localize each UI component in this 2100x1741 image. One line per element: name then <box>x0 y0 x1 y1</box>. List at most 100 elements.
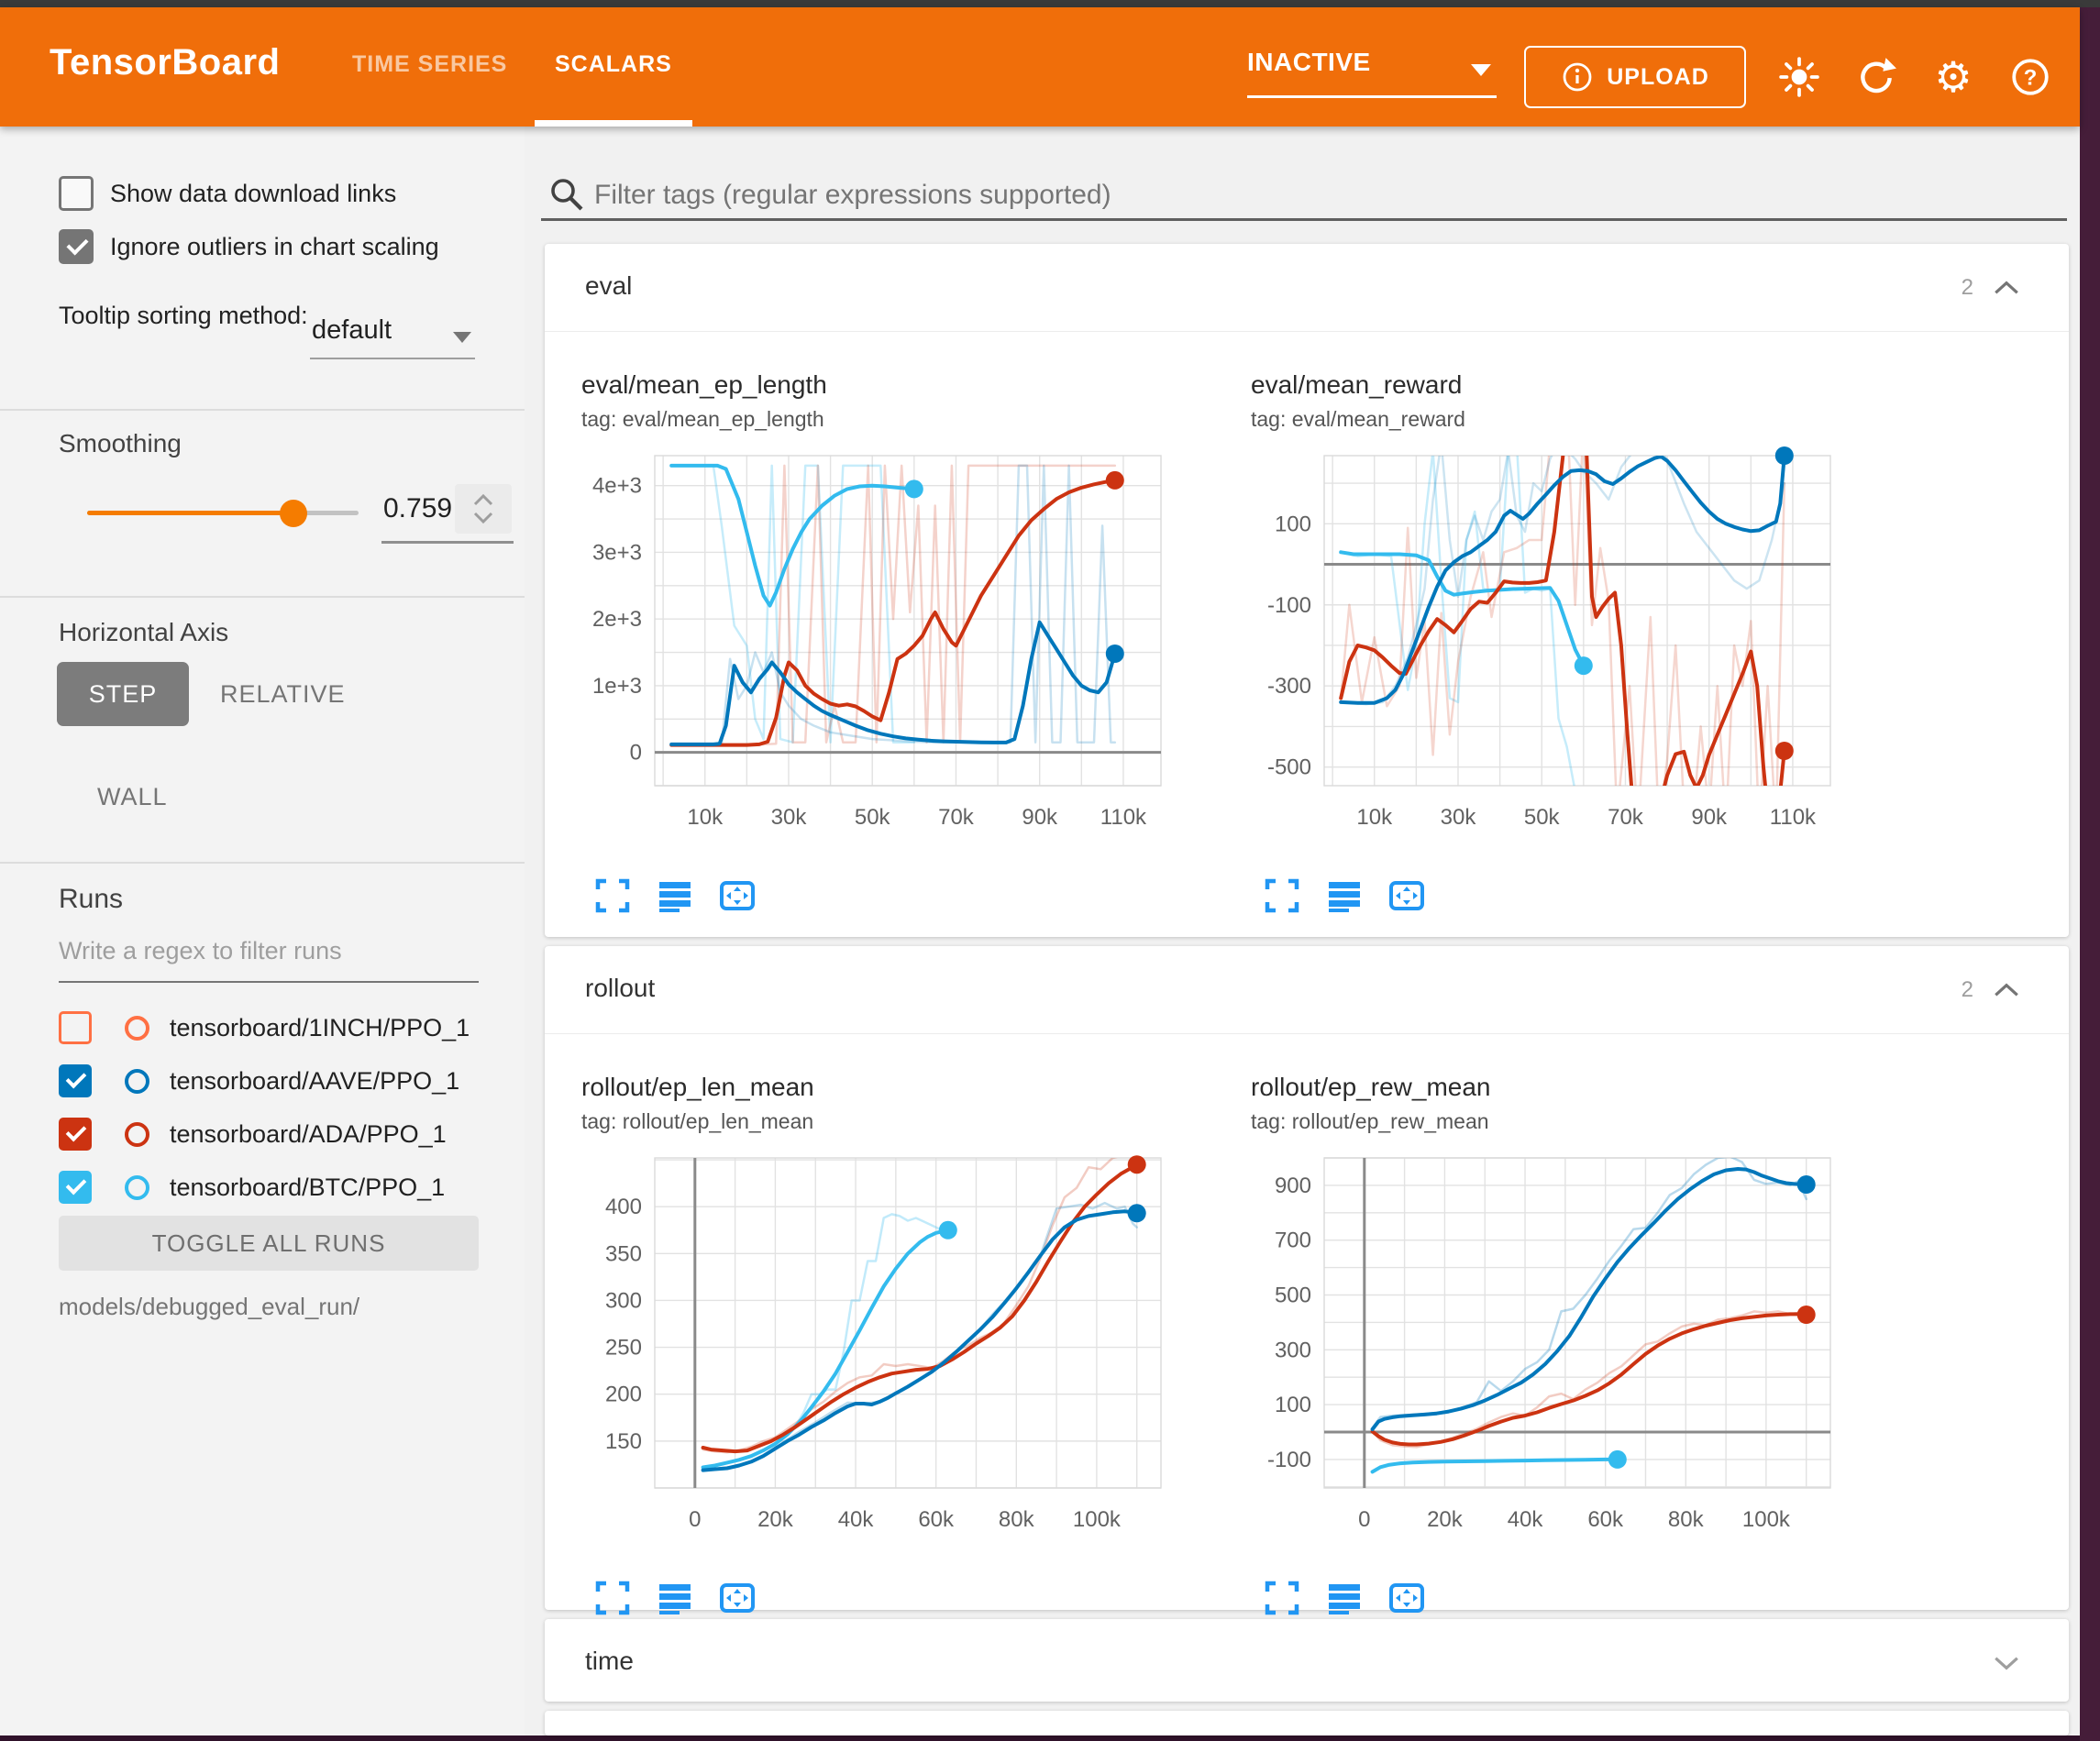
ignore-outliers-checkbox[interactable] <box>59 229 94 264</box>
window-bottom-edge <box>0 1735 2080 1741</box>
chevron-down-icon[interactable] <box>453 332 471 343</box>
section-count: 2 <box>1962 275 1973 301</box>
svg-text:110k: 110k <box>1100 805 1147 830</box>
data-table-icon[interactable] <box>1326 1580 1363 1616</box>
run-checkbox[interactable] <box>59 1118 92 1151</box>
help-icon[interactable]: ? <box>2008 55 2052 99</box>
svg-text:200: 200 <box>605 1383 642 1407</box>
chevron-down-icon[interactable] <box>1992 1654 2021 1672</box>
fullscreen-icon[interactable] <box>594 877 631 914</box>
run-row-ada[interactable]: tensorboard/ADA/PPO_1 <box>59 1111 490 1157</box>
run-row-1inch[interactable]: tensorboard/1INCH/PPO_1 <box>59 1005 490 1051</box>
smoothing-slider-handle[interactable] <box>280 500 307 527</box>
tag-filter-placeholder: Filter tags (regular expressions support… <box>594 180 1111 211</box>
fit-domain-icon[interactable] <box>1388 1580 1425 1616</box>
brightness-icon[interactable] <box>1777 55 1821 99</box>
line-chart: 020k40k60k80k100k-100100300500700900 <box>1251 1147 1861 1578</box>
chart-toolbar <box>594 1580 1214 1616</box>
horizontal-axis-label: Horizontal Axis <box>59 618 228 647</box>
fullscreen-icon[interactable] <box>1264 877 1300 914</box>
section-header-eval[interactable]: eval 2 <box>545 244 2069 332</box>
chart-tag: tag: eval/mean_ep_length <box>581 407 1214 432</box>
show-download-links-checkbox[interactable] <box>59 176 94 211</box>
data-table-icon[interactable] <box>657 1580 693 1616</box>
run-checkbox[interactable] <box>59 1011 92 1044</box>
svg-text:250: 250 <box>605 1336 642 1361</box>
svg-text:700: 700 <box>1275 1229 1311 1253</box>
tag-filter[interactable]: Filter tags (regular expressions support… <box>547 174 2091 220</box>
section-title: time <box>585 1647 634 1676</box>
app-header: TensorBoard TIME SERIES SCALARS INACTIVE… <box>0 7 2080 127</box>
chart-rollout-ep-rew-mean: rollout/ep_rew_mean tag: rollout/ep_rew_… <box>1251 1073 1884 1616</box>
run-row-aave[interactable]: tensorboard/AAVE/PPO_1 <box>59 1058 490 1104</box>
line-chart: 020k40k60k80k100k150200250300350400 <box>581 1147 1191 1578</box>
chart-eval-mean-reward: eval/mean_reward tag: eval/mean_reward 1… <box>1251 370 1884 914</box>
data-table-icon[interactable] <box>657 877 693 914</box>
section-title: rollout <box>585 974 655 1003</box>
svg-text:900: 900 <box>1275 1174 1311 1198</box>
status-dropdown-value: INACTIVE <box>1247 48 1371 76</box>
svg-text:30k: 30k <box>771 805 808 830</box>
run-label: tensorboard/1INCH/PPO_1 <box>170 1014 470 1042</box>
fit-domain-icon[interactable] <box>719 1580 756 1616</box>
axis-option-step[interactable]: STEP <box>57 662 189 726</box>
runs-filter-input[interactable]: Write a regex to filter runs <box>59 937 342 965</box>
upload-button[interactable]: UPLOAD <box>1524 46 1746 108</box>
toggle-all-runs-button[interactable]: TOGGLE ALL RUNS <box>59 1216 479 1271</box>
fit-domain-icon[interactable] <box>1388 877 1425 914</box>
settings-sidebar: Show data download links Ignore outliers… <box>0 127 525 1735</box>
svg-text:60k: 60k <box>1587 1507 1624 1532</box>
active-tab-underline <box>535 120 692 127</box>
smoothing-value-input[interactable]: 0.759 <box>383 493 452 524</box>
run-color-swatch-icon <box>125 1122 149 1147</box>
svg-text:-500: -500 <box>1267 755 1311 780</box>
status-dropdown[interactable]: INACTIVE <box>1247 48 1495 95</box>
chevron-up-icon[interactable] <box>1992 981 2021 999</box>
svg-text:-100: -100 <box>1267 1448 1311 1472</box>
svg-text:2e+3: 2e+3 <box>592 607 642 632</box>
tab-scalars[interactable]: SCALARS <box>555 51 672 78</box>
smoothing-stepper[interactable] <box>455 484 512 534</box>
svg-text:70k: 70k <box>938 805 975 830</box>
svg-text:100k: 100k <box>1073 1507 1122 1532</box>
status-dropdown-underline <box>1247 95 1497 98</box>
svg-text:100k: 100k <box>1742 1507 1791 1532</box>
run-row-btc[interactable]: tensorboard/BTC/PPO_1 <box>59 1164 490 1210</box>
run-checkbox[interactable] <box>59 1171 92 1204</box>
fit-domain-icon[interactable] <box>719 877 756 914</box>
show-download-links-label: Show data download links <box>110 180 396 208</box>
axis-option-relative[interactable]: RELATIVE <box>220 680 346 709</box>
chart-toolbar <box>594 877 1214 914</box>
svg-text:30k: 30k <box>1441 805 1477 830</box>
svg-text:500: 500 <box>1275 1284 1311 1308</box>
tab-time-series[interactable]: TIME SERIES <box>352 51 507 78</box>
run-color-swatch-icon <box>125 1175 149 1200</box>
axis-option-wall[interactable]: WALL <box>97 783 168 811</box>
tooltip-sorting-dropdown[interactable]: default <box>312 315 392 346</box>
chart-title: rollout/ep_len_mean <box>581 1073 1214 1102</box>
ignore-outliers-label: Ignore outliers in chart scaling <box>110 233 439 261</box>
run-checkbox[interactable] <box>59 1064 92 1097</box>
tooltip-sorting-underline <box>310 358 475 359</box>
chart-rollout-ep-len-mean: rollout/ep_len_mean tag: rollout/ep_len_… <box>581 1073 1214 1616</box>
fullscreen-icon[interactable] <box>1264 1580 1300 1616</box>
tag-filter-underline <box>541 218 2067 221</box>
smoothing-value-underline <box>381 541 514 544</box>
run-color-swatch-icon <box>125 1069 149 1094</box>
reload-icon[interactable] <box>1854 55 1898 99</box>
svg-text:110k: 110k <box>1770 805 1817 830</box>
settings-gear-icon[interactable]: ⚙ <box>1931 55 1975 99</box>
search-icon <box>548 176 585 213</box>
chevron-up-icon[interactable] <box>1992 279 2021 297</box>
svg-text:20k: 20k <box>1427 1507 1464 1532</box>
section-header-time[interactable]: time <box>545 1619 2069 1702</box>
line-chart: 10k30k50k70k90k110k100-100-300-500 <box>1251 445 1861 876</box>
chart-tag: tag: eval/mean_reward <box>1251 407 1884 432</box>
fullscreen-icon[interactable] <box>594 1580 631 1616</box>
upload-button-label: UPLOAD <box>1607 64 1709 91</box>
section-card-eval: eval 2 eval/mean_ep_length tag: eval/mea… <box>545 244 2069 937</box>
run-color-swatch-icon <box>125 1016 149 1041</box>
data-table-icon[interactable] <box>1326 877 1363 914</box>
section-header-rollout[interactable]: rollout 2 <box>545 946 2069 1034</box>
svg-text:100: 100 <box>1275 512 1311 536</box>
